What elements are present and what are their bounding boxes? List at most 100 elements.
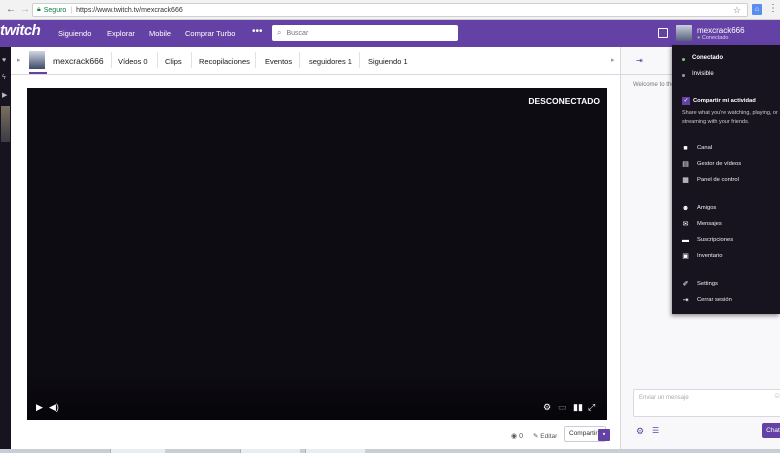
chat-send-button[interactable]: Chat: [762, 423, 780, 438]
nav-username[interactable]: mexcrack666: [697, 26, 745, 35]
sidebar-channel-thumb[interactable]: [1, 106, 10, 142]
edit-button[interactable]: ✎ Editar: [533, 432, 557, 440]
theatre-icon[interactable]: ▮▮: [573, 402, 583, 413]
menu-item-messages[interactable]: Mensajes: [697, 221, 722, 227]
settings-wrench-icon: ✐: [682, 281, 689, 288]
tab-collections[interactable]: Recopilaciones: [199, 57, 250, 66]
os-taskbar: [0, 449, 780, 453]
chat-settings-icon[interactable]: ⚙: [636, 426, 644, 437]
expand-icon[interactable]: ▸: [17, 56, 21, 64]
share-activity-title: Compartir mi actividad: [693, 98, 756, 104]
user-avatar[interactable]: [676, 25, 692, 41]
tab-divider: [299, 52, 300, 68]
search-input[interactable]: [286, 29, 447, 37]
forward-icon[interactable]: →: [18, 3, 32, 17]
chat-input[interactable]: Enviar un mensaje: [633, 389, 780, 417]
tab-divider: [359, 52, 360, 68]
bookmark-star-icon[interactable]: ☆: [733, 4, 741, 16]
lock-icon: 🔒︎: [37, 6, 41, 13]
channel-avatar[interactable]: [29, 51, 45, 69]
video-player[interactable]: DESCONECTADO ▶ ◀) ⚙ ▭ ▮▮ ⤢: [27, 88, 607, 420]
theatre-mode-icon[interactable]: [658, 28, 668, 38]
menu-item-settings[interactable]: Settings: [697, 281, 718, 287]
url-divider: |: [70, 6, 73, 14]
user-menu-dropdown: Conectado Invisible ✓ Compartir mi activ…: [672, 45, 780, 314]
edit-label: Editar: [540, 433, 558, 440]
search-icon: ⌕: [277, 28, 282, 37]
sidebar-heart-icon[interactable]: ♥: [2, 57, 9, 64]
taskbar-item[interactable]: [110, 449, 165, 453]
url-text: https://www.twitch.tv/mexcrack666: [76, 6, 183, 14]
sidebar-video-icon[interactable]: ▶: [2, 91, 9, 99]
main-content: DESCONECTADO ▶ ◀) ⚙ ▭ ▮▮ ⤢ ◉ 0 ✎ Editar …: [11, 75, 620, 453]
menu-item-subscriptions[interactable]: Suscripciones: [697, 237, 733, 243]
search-box: ⌕: [272, 25, 458, 41]
share-activity-description: Share what you're watching, playing, or …: [682, 110, 778, 125]
status-invisible-label: Invisible: [692, 71, 714, 77]
channel-icon: ■: [683, 145, 688, 152]
status-online-label: Conectado: [692, 55, 724, 61]
player-controls-gradient: [27, 370, 607, 420]
volume-icon[interactable]: ◀): [49, 402, 59, 413]
browser-toolbar: ← → C 🔒︎ Seguro | https://www.twitch.tv/…: [0, 0, 780, 20]
tab-videos[interactable]: Vídeos 0: [118, 57, 148, 66]
video-manager-icon: ▤: [682, 161, 689, 168]
menu-item-channel[interactable]: Canal: [697, 145, 712, 151]
offline-label: DESCONECTADO: [528, 96, 600, 106]
menu-item-friends[interactable]: Amigos: [697, 205, 716, 211]
tab-following[interactable]: Siguiendo 1: [368, 57, 408, 66]
friends-icon: ☻: [681, 205, 690, 212]
secure-label: Seguro: [43, 6, 67, 14]
extension-icon[interactable]: ⌂: [752, 4, 762, 15]
online-dot-icon: [682, 58, 685, 61]
dashboard-icon: ▦: [682, 177, 689, 184]
subscriptions-icon: ▬: [682, 237, 689, 244]
messages-icon: ✉: [682, 221, 689, 228]
share-activity-checkbox[interactable]: ✓: [682, 97, 690, 105]
left-sidebar: ♥ ϟ ▶: [0, 47, 11, 453]
active-tab-indicator: [29, 72, 47, 74]
invisible-dot-icon: [682, 74, 685, 77]
channel-header: ▸ mexcrack666 Vídeos 0 Clips Recopilacio…: [11, 47, 620, 75]
taskbar-item[interactable]: [305, 449, 365, 453]
views-count: ◉ 0: [511, 432, 523, 440]
more-icon[interactable]: •••: [252, 26, 263, 37]
browser-menu-icon[interactable]: ⋮: [768, 3, 778, 14]
twitch-top-nav: twitch Siguiendo Explorar Mobile Comprar…: [0, 20, 780, 47]
whisper-icon[interactable]: ▪: [598, 429, 610, 441]
taskbar-item[interactable]: [240, 449, 300, 453]
viewer-list-icon[interactable]: ☰: [652, 426, 659, 435]
address-bar[interactable]: 🔒︎ Seguro | https://www.twitch.tv/mexcra…: [32, 3, 748, 17]
menu-item-video-manager[interactable]: Gestor de vídeos: [697, 161, 741, 167]
nav-following[interactable]: Siguiendo: [58, 29, 91, 38]
menu-item-dashboard[interactable]: Panel de control: [697, 177, 739, 183]
collapse-chat-icon[interactable]: ⇥: [636, 56, 643, 65]
tab-events[interactable]: Eventos: [265, 57, 292, 66]
tab-divider: [111, 52, 112, 68]
online-dot-icon: ●: [697, 35, 701, 41]
fullscreen-icon[interactable]: ⤢: [588, 402, 595, 413]
views-value: 0: [519, 433, 523, 440]
nav-explore[interactable]: Explorar: [107, 29, 135, 38]
tab-followers[interactable]: seguidores 1: [309, 57, 352, 66]
channel-name[interactable]: mexcrack666: [53, 56, 104, 66]
tab-divider: [157, 52, 158, 68]
nav-mobile[interactable]: Mobile: [149, 29, 171, 38]
settings-icon[interactable]: ⚙: [543, 402, 551, 413]
menu-item-logout[interactable]: Cerrar sesión: [697, 297, 732, 303]
tab-divider: [191, 52, 192, 68]
scroll-right-icon[interactable]: ▸: [611, 56, 615, 64]
emote-icon[interactable]: ☺: [773, 391, 780, 400]
sidebar-bolt-icon[interactable]: ϟ: [2, 74, 9, 81]
back-icon[interactable]: ←: [4, 3, 18, 17]
twitch-logo[interactable]: twitch: [0, 22, 41, 39]
menu-item-inventory[interactable]: Inventario: [697, 253, 722, 259]
nav-turbo[interactable]: Comprar Turbo: [185, 29, 235, 38]
nav-status-text: Conectado: [701, 35, 729, 41]
clip-icon[interactable]: ▭: [558, 402, 567, 413]
play-icon[interactable]: ▶: [36, 402, 43, 413]
nav-status: ● Conectado: [697, 35, 728, 41]
tab-clips[interactable]: Clips: [165, 57, 182, 66]
tab-divider: [255, 52, 256, 68]
eye-icon: ◉: [511, 433, 518, 440]
